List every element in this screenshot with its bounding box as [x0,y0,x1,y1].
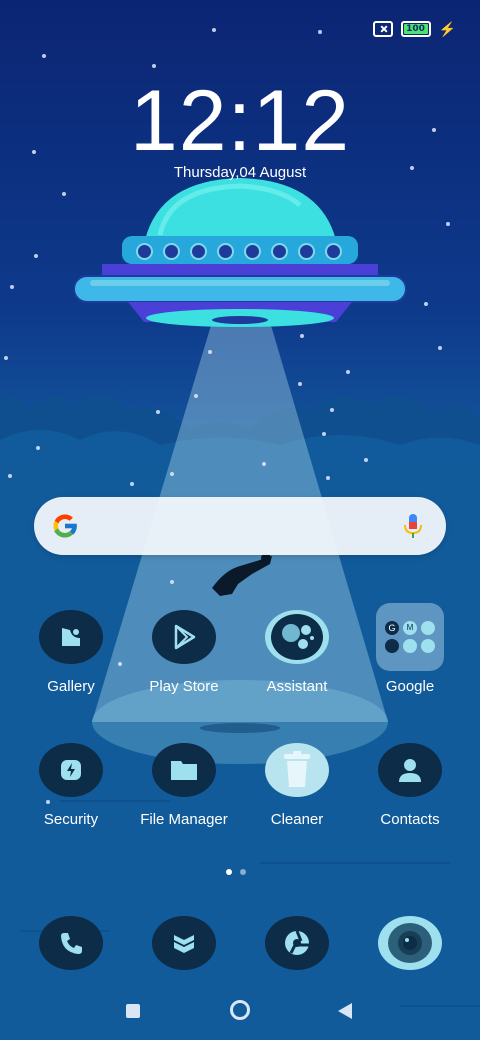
recents-button[interactable] [126,1004,140,1018]
page-dot-1 [226,869,232,875]
charging-bolt-icon: ⚡ [438,20,456,37]
gmail-mini-icon: M [403,621,417,635]
app-assistant[interactable]: Assistant [241,610,353,695]
gallery-icon [39,610,103,664]
app-label: Cleaner [270,811,324,828]
home-button[interactable] [230,1000,250,1020]
drive-mini-icon [403,639,417,653]
person-icon [378,743,442,797]
camera-icon [378,916,442,970]
google-folder-icon: G M [376,603,444,671]
voice-search-icon[interactable] [402,512,424,540]
messages-icon [152,916,216,970]
phone-icon [39,916,103,970]
app-contacts[interactable]: Contacts [354,743,466,828]
assistant-icon [265,610,329,664]
app-security[interactable]: Security [15,743,127,828]
dock-browser[interactable] [241,916,353,970]
app-label: Contacts [380,811,440,828]
back-button[interactable] [338,1003,352,1019]
folder-icon [152,743,216,797]
app-label: File Manager [140,811,228,828]
duo-mini-icon [421,639,435,653]
app-label: Security [43,811,99,828]
battery-level: 100 [406,24,425,34]
app-label: Google [385,678,435,695]
app-label: Assistant [266,678,328,695]
page-indicator [226,869,246,875]
page-dot-2 [240,869,246,875]
navigation-bar [0,996,480,1026]
clock-time: 12:12 [129,73,351,169]
app-cleaner[interactable]: Cleaner [241,743,353,828]
app-google-folder[interactable]: G M Google [354,603,466,695]
dock-camera[interactable] [354,916,466,970]
trash-icon [265,743,329,797]
clock-date: Thursday,04 August [173,164,307,181]
app-gallery[interactable]: Gallery [15,610,127,695]
app-play-store[interactable]: Play Store [128,610,240,695]
dock-messages[interactable] [128,916,240,970]
google-logo-icon [53,514,78,538]
status-bar: 100 ⚡ [372,18,456,40]
play-store-icon [152,610,216,664]
dock-phone[interactable] [15,916,127,970]
browser-icon [265,916,329,970]
youtube-mini-icon [385,639,399,653]
google-search-bar[interactable] [34,497,446,555]
google-mini-icon: G [385,621,399,635]
maps-mini-icon [421,621,435,635]
app-label: Play Store [149,678,219,695]
app-file-manager[interactable]: File Manager [128,743,240,828]
no-sim-icon [372,21,393,37]
battery-icon: 100 [400,21,431,37]
security-icon [39,743,103,797]
app-label: Gallery [47,678,95,695]
